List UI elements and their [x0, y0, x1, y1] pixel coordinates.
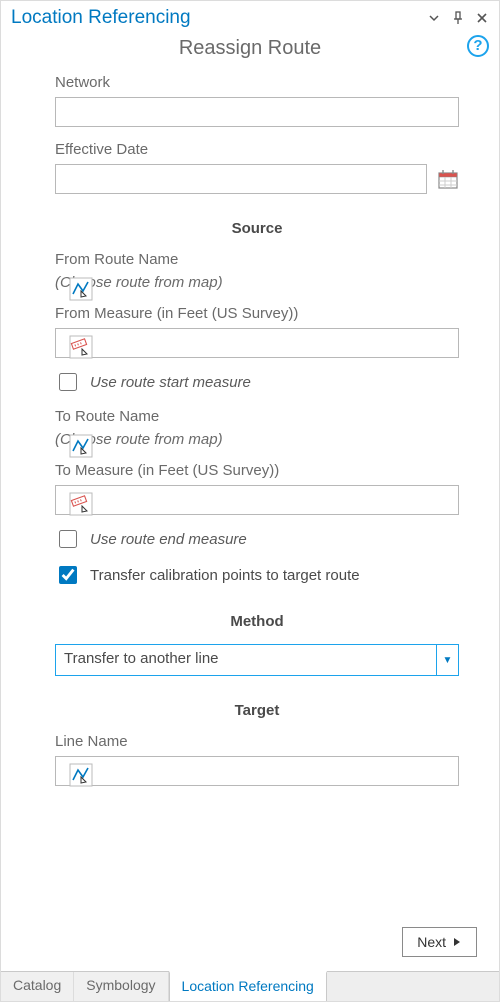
- help-icon[interactable]: ?: [467, 35, 489, 57]
- method-heading: Method: [55, 613, 459, 630]
- play-icon: [452, 937, 462, 947]
- tab-catalog[interactable]: Catalog: [1, 972, 74, 1001]
- to-measure-input[interactable]: [55, 485, 459, 515]
- to-route-label: To Route Name: [55, 408, 459, 425]
- from-route-hint: (Choose route from map): [55, 274, 459, 291]
- use-start-measure-checkbox[interactable]: [59, 373, 77, 391]
- transfer-calibration-label: Transfer calibration points to target ro…: [90, 567, 360, 584]
- from-route-label: From Route Name: [55, 251, 459, 268]
- target-heading: Target: [55, 702, 459, 719]
- next-button[interactable]: Next: [402, 927, 477, 957]
- chevron-down-icon[interactable]: ▼: [436, 645, 458, 675]
- from-measure-input[interactable]: [55, 328, 459, 358]
- effective-date-label: Effective Date: [55, 141, 459, 158]
- line-name-label: Line Name: [55, 733, 459, 750]
- pane-title: Location Referencing: [11, 7, 191, 29]
- effective-date-input[interactable]: [55, 164, 427, 194]
- method-select[interactable]: Transfer to another line ▼: [55, 644, 459, 676]
- chevron-down-icon[interactable]: [425, 9, 443, 27]
- route-select-icon[interactable]: [69, 763, 93, 787]
- measure-select-icon[interactable]: [69, 335, 93, 359]
- use-end-measure-label: Use route end measure: [90, 531, 247, 548]
- to-measure-label: To Measure (in Feet (US Survey)): [55, 462, 459, 479]
- from-measure-label: From Measure (in Feet (US Survey)): [55, 305, 459, 322]
- tab-symbology[interactable]: Symbology: [74, 972, 168, 1001]
- use-end-measure-checkbox[interactable]: [59, 530, 77, 548]
- method-select-value: Transfer to another line: [56, 645, 436, 675]
- line-name-input[interactable]: [55, 756, 459, 786]
- network-input[interactable]: [55, 97, 459, 127]
- measure-select-icon[interactable]: [69, 492, 93, 516]
- tab-location-referencing[interactable]: Location Referencing: [169, 971, 327, 1001]
- pin-icon[interactable]: [449, 9, 467, 27]
- source-heading: Source: [55, 220, 459, 237]
- use-start-measure-label: Use route start measure: [90, 374, 251, 391]
- calendar-icon[interactable]: [437, 168, 459, 190]
- network-label: Network: [55, 74, 459, 91]
- close-icon[interactable]: [473, 9, 491, 27]
- next-button-label: Next: [417, 934, 446, 950]
- to-route-hint: (Choose route from map): [55, 431, 459, 448]
- tabs-filler: [327, 972, 499, 1001]
- page-subtitle: Reassign Route: [179, 37, 321, 59]
- route-select-icon[interactable]: [69, 277, 93, 301]
- route-select-icon[interactable]: [69, 434, 93, 458]
- transfer-calibration-checkbox[interactable]: [59, 566, 77, 584]
